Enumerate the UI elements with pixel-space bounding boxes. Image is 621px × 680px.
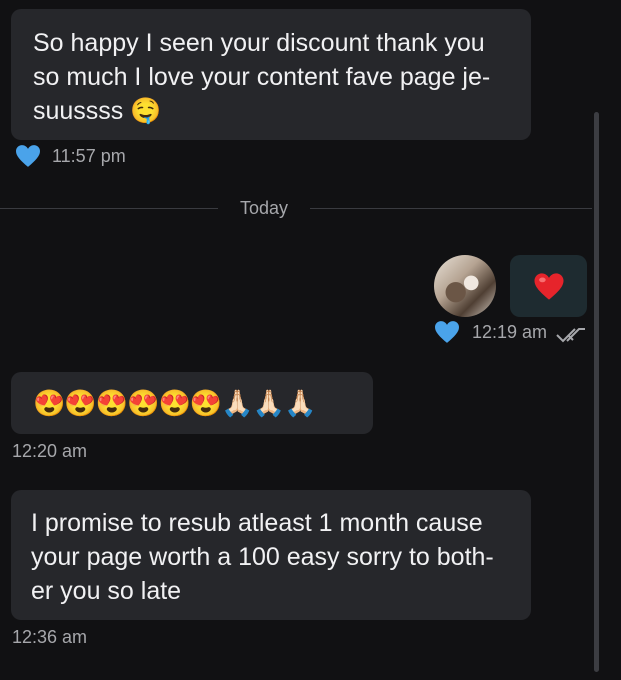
message-text: I promise to resub atleast 1 month cause… bbox=[31, 509, 494, 605]
message-bubble[interactable]: 😍😍😍😍😍😍🙏🏻🙏🏻🙏🏻 bbox=[11, 372, 373, 434]
avatar[interactable] bbox=[434, 255, 496, 317]
scrollbar[interactable] bbox=[594, 112, 599, 672]
date-divider: Today bbox=[240, 198, 289, 218]
red-heart-emoji bbox=[534, 272, 563, 300]
message-time: 12:20 am bbox=[12, 441, 88, 461]
message-time: 12:36 am bbox=[12, 627, 88, 647]
message-time: 12:19 am bbox=[472, 322, 548, 342]
message-bubble-outgoing[interactable] bbox=[510, 255, 587, 317]
message-text: So happy I seen your discount thank you … bbox=[33, 29, 491, 125]
message-time: 11:57 pm bbox=[52, 146, 126, 166]
double-check-icon bbox=[556, 328, 585, 343]
like-heart-icon[interactable] bbox=[14, 144, 42, 168]
like-heart-icon[interactable] bbox=[433, 320, 461, 344]
divider-line-left bbox=[0, 208, 218, 209]
emoji-row: 😍😍😍😍😍😍🙏🏻🙏🏻🙏🏻 bbox=[33, 388, 316, 418]
message-bubble[interactable]: So happy I seen your discount thank you … bbox=[11, 9, 531, 140]
divider-line-right bbox=[310, 208, 592, 209]
message-bubble[interactable]: I promise to resub atleast 1 month cause… bbox=[11, 490, 531, 620]
